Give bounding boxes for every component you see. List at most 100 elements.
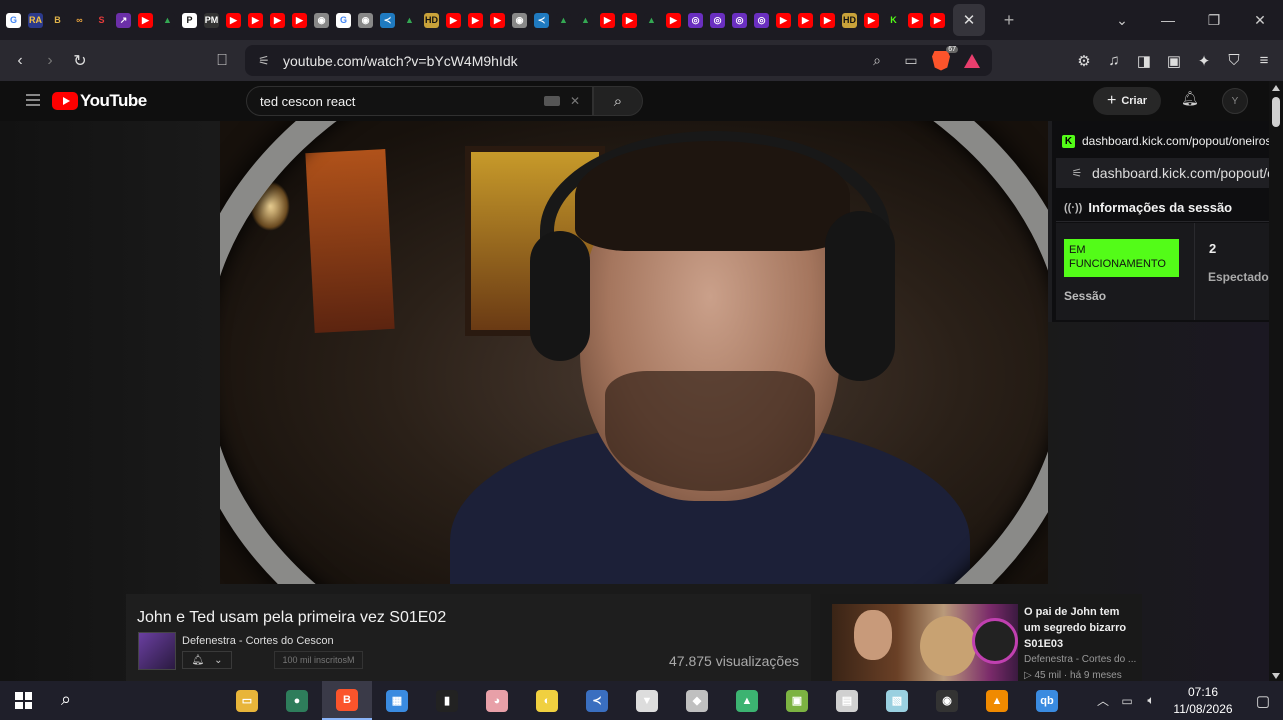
- browser-tab[interactable]: ▶: [620, 11, 639, 30]
- browser-tab[interactable]: G: [4, 11, 23, 30]
- taskbar-app[interactable]: ◉: [922, 681, 972, 720]
- browser-tab[interactable]: ▶: [268, 11, 287, 30]
- browser-tab[interactable]: ◉: [510, 11, 529, 30]
- notifications-bell-icon[interactable]: 🔔︎: [1181, 90, 1199, 108]
- browser-tab[interactable]: S: [92, 11, 111, 30]
- clear-search-icon[interactable]: ✕: [570, 94, 580, 108]
- taskbar-app[interactable]: ◆: [672, 681, 722, 720]
- taskbar-app[interactable]: ◕: [472, 681, 522, 720]
- browser-tab[interactable]: ▶: [444, 11, 463, 30]
- keyboard-icon[interactable]: [543, 96, 560, 106]
- kick-address-text[interactable]: dashboard.kick.com/popout/on: [1092, 165, 1283, 181]
- scroll-up-arrow-icon[interactable]: [1272, 85, 1280, 91]
- taskbar-app[interactable]: ◐: [522, 681, 572, 720]
- taskbar-app[interactable]: ▲: [972, 681, 1022, 720]
- browser-tab[interactable]: ▶: [928, 11, 947, 30]
- browser-tab[interactable]: ◎: [708, 11, 727, 30]
- notification-center-icon[interactable]: ▢: [1243, 692, 1283, 710]
- reload-button[interactable]: ↻: [65, 46, 95, 76]
- browser-tab[interactable]: ↗: [114, 11, 133, 30]
- bookmark-icon[interactable]: ⎕: [207, 46, 237, 76]
- zoom-icon[interactable]: ⌕: [860, 52, 894, 69]
- browser-tab[interactable]: ▲: [642, 11, 661, 30]
- video-player[interactable]: [220, 121, 1048, 584]
- tab-search-chevron-icon[interactable]: ⌄: [1099, 12, 1145, 29]
- browser-tab[interactable]: ▲: [400, 11, 419, 30]
- brave-shields-icon[interactable]: 67: [928, 45, 958, 72]
- guide-menu-icon[interactable]: [26, 94, 40, 106]
- cast-icon[interactable]: ▭: [894, 52, 928, 69]
- browser-tab[interactable]: ▶: [774, 11, 793, 30]
- browser-tab[interactable]: ▶: [290, 11, 309, 30]
- taskbar-app[interactable]: qb: [1022, 681, 1072, 720]
- minimize-button[interactable]: —: [1145, 12, 1191, 28]
- browser-tab[interactable]: ◉: [312, 11, 331, 30]
- taskbar-app[interactable]: ▤: [822, 681, 872, 720]
- browser-tab[interactable]: ≺: [378, 11, 397, 30]
- taskbar-clock[interactable]: 07:16 11/08/2026: [1163, 684, 1243, 718]
- browser-tab[interactable]: ◉: [356, 11, 375, 30]
- brave-rewards-icon[interactable]: [964, 53, 980, 68]
- taskbar-app[interactable]: ▼: [622, 681, 672, 720]
- wallet-icon[interactable]: ▣: [1159, 52, 1189, 70]
- search-query[interactable]: ted cescon react: [260, 94, 544, 109]
- browser-tab[interactable]: ▶: [906, 11, 925, 30]
- scrollbar-thumb[interactable]: [1272, 97, 1280, 127]
- kick-site-settings-icon[interactable]: ⚟: [1062, 166, 1092, 180]
- browser-tab[interactable]: ◎: [686, 11, 705, 30]
- taskbar-app[interactable]: ▮: [422, 681, 472, 720]
- browser-tab[interactable]: PM: [202, 11, 221, 30]
- taskbar-app[interactable]: B: [322, 681, 372, 720]
- search-button[interactable]: ⌕: [593, 86, 643, 116]
- browser-tab[interactable]: ∞: [70, 11, 89, 30]
- browser-tab[interactable]: ▲: [158, 11, 177, 30]
- browser-tab[interactable]: ▶: [818, 11, 837, 30]
- taskbar-app[interactable]: ≺: [572, 681, 622, 720]
- sidebar-icon[interactable]: ◨: [1129, 52, 1159, 70]
- taskbar-app[interactable]: ▧: [872, 681, 922, 720]
- taskbar-app[interactable]: ▭: [222, 681, 272, 720]
- browser-tab[interactable]: ▶: [598, 11, 617, 30]
- browser-tab[interactable]: ▶: [862, 11, 881, 30]
- taskbar-search-icon[interactable]: ⌕: [61, 689, 83, 711]
- youtube-logo[interactable]: YouTube: [52, 91, 147, 111]
- channel-name[interactable]: Defenestra - Cortes do Cescon: [182, 635, 334, 647]
- subscription-bell-button[interactable]: 🔔︎ ⌄: [182, 651, 232, 669]
- kick-address-bar[interactable]: ⚟ dashboard.kick.com/popout/on: [1056, 158, 1283, 188]
- browser-tab[interactable]: HD: [840, 11, 859, 30]
- browser-tab[interactable]: ▶: [796, 11, 815, 30]
- recommended-video[interactable]: O pai de John tem um segredo bizarro S01…: [820, 594, 1142, 681]
- taskbar-app[interactable]: ▦: [372, 681, 422, 720]
- taskbar-app[interactable]: ▲: [722, 681, 772, 720]
- start-button[interactable]: [15, 692, 32, 709]
- leo-ai-icon[interactable]: ✦: [1189, 52, 1219, 70]
- browser-tab[interactable]: ▶: [136, 11, 155, 30]
- scroll-down-arrow-icon[interactable]: [1272, 673, 1280, 679]
- browser-tab[interactable]: ▶: [664, 11, 683, 30]
- extensions-icon[interactable]: ⚙: [1069, 52, 1099, 70]
- browser-tab[interactable]: ▲: [554, 11, 573, 30]
- browser-tab[interactable]: B: [48, 11, 67, 30]
- site-settings-icon[interactable]: ⚟: [249, 53, 279, 69]
- url-text[interactable]: youtube.com/watch?v=bYcW4M9hIdk: [283, 53, 860, 69]
- close-window-button[interactable]: ✕: [1237, 12, 1283, 29]
- browser-tab[interactable]: ≺: [532, 11, 551, 30]
- music-icon[interactable]: ♫: [1099, 52, 1129, 69]
- browser-tab[interactable]: ▶: [224, 11, 243, 30]
- search-input[interactable]: ted cescon react ✕: [246, 86, 593, 116]
- browser-tab[interactable]: ▶: [466, 11, 485, 30]
- taskbar-app[interactable]: ●: [272, 681, 322, 720]
- page-scrollbar[interactable]: [1269, 81, 1283, 681]
- vpn-shield-icon[interactable]: ⛉: [1219, 52, 1249, 69]
- address-bar[interactable]: ⚟ youtube.com/watch?v=bYcW4M9hIdk ⌕ ▭ 67: [245, 45, 992, 76]
- browser-tab[interactable]: HD: [422, 11, 441, 30]
- recommended-title[interactable]: O pai de John tem um segredo bizarro S01…: [1024, 604, 1136, 652]
- back-button[interactable]: ‹: [5, 46, 35, 76]
- network-icon[interactable]: ▭: [1115, 694, 1139, 708]
- browser-tab[interactable]: ◎: [752, 11, 771, 30]
- create-button[interactable]: + Criar: [1093, 87, 1161, 115]
- browser-tab[interactable]: G: [334, 11, 353, 30]
- active-tab-close-icon[interactable]: ✕: [953, 4, 985, 36]
- browser-tab[interactable]: K: [884, 11, 903, 30]
- browser-tab[interactable]: ▲: [576, 11, 595, 30]
